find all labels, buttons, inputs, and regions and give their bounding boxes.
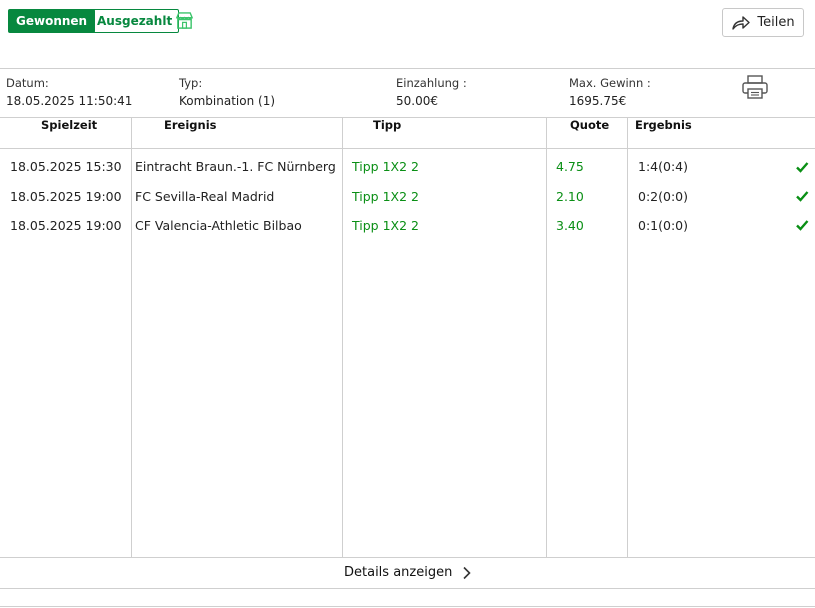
share-arrow-icon [732,15,751,30]
max-win-label: Max. Gewinn : [569,76,651,90]
details-link[interactable]: Details anzeigen [344,562,472,584]
row-result: 0:2(0:0) [638,189,688,204]
row-event: CF Valencia-Athletic Bilbao [135,218,302,233]
table-top-border [0,117,815,118]
date-value: 18.05.2025 11:50:41 [6,94,133,108]
row-event: Eintracht Braun.-1. FC Nürnberg [135,159,336,174]
row-odds: 2.10 [556,189,584,204]
check-icon [796,162,809,173]
share-button[interactable]: Teilen [722,8,804,37]
printer-icon[interactable] [741,74,769,100]
type-value: Kombination (1) [179,94,276,108]
bet-header: Gewonnen Ausgezahlt Teilen [0,0,815,68]
shop-icon [175,11,194,30]
info-type: Typ: Kombination (1) [179,76,275,108]
max-win-value: 1695.75€ [569,94,627,108]
status-badge-paid: Ausgezahlt [90,9,180,33]
row-odds: 3.40 [556,218,584,233]
row-time: 18.05.2025 19:00 [10,189,122,204]
row-tip: Tipp 1X2 2 [352,218,419,233]
divider [0,68,815,69]
table-row: 18.05.2025 19:00 CF Valencia-Athletic Bi… [0,218,815,247]
stake-label: Einzahlung : [396,76,467,90]
table-row: 18.05.2025 15:30 Eintracht Braun.-1. FC … [0,159,815,188]
divider [0,588,815,589]
header-bottom-border [0,148,815,149]
row-tip: Tipp 1X2 2 [352,159,419,174]
table-row: 18.05.2025 19:00 FC Sevilla-Real Madrid … [0,189,815,218]
check-icon [796,191,809,202]
row-event: FC Sevilla-Real Madrid [135,189,275,204]
status-badge-won: Gewonnen [8,9,96,33]
header-ereignis: Ereignis [164,118,217,132]
share-button-label: Teilen [757,15,795,30]
row-odds: 4.75 [556,159,584,174]
row-time: 18.05.2025 15:30 [10,159,122,174]
row-time: 18.05.2025 19:00 [10,218,122,233]
row-result: 1:4(0:4) [638,159,688,174]
type-label: Typ: [179,76,203,90]
info-stake: Einzahlung : 50.00€ [396,76,467,108]
header-ergebnis: Ergebnis [635,118,692,132]
info-max-win: Max. Gewinn : 1695.75€ [569,76,651,108]
info-date: Datum: 18.05.2025 11:50:41 [6,76,132,108]
date-label: Datum: [6,76,49,90]
row-result: 0:1(0:0) [638,218,688,233]
row-tip: Tipp 1X2 2 [352,189,419,204]
header-tipp: Tipp [373,118,402,132]
check-icon [796,220,809,231]
chevron-right-icon [463,566,471,580]
divider [0,606,815,607]
header-spielzeit: Spielzeit [41,118,98,132]
details-label: Details anzeigen [344,565,453,580]
table-bottom-border [0,557,815,558]
stake-value: 50.00€ [396,94,438,108]
header-quote: Quote [570,118,610,132]
